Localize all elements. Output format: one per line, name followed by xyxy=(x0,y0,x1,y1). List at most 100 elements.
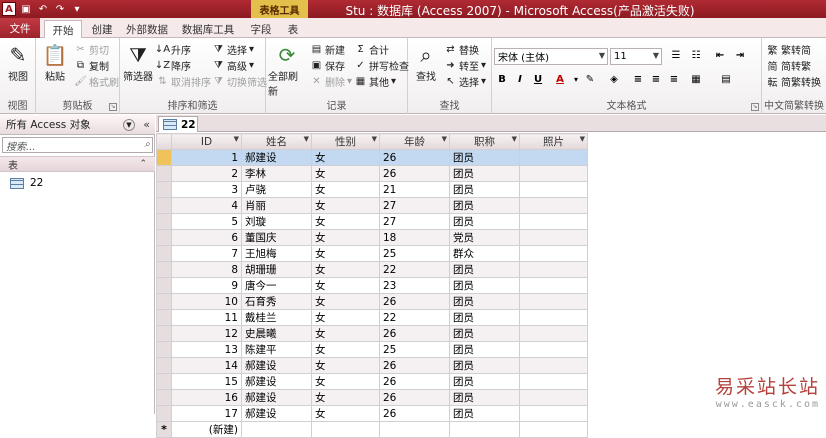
cell-gender[interactable]: 女 xyxy=(311,325,380,342)
cell-gender[interactable]: 女 xyxy=(311,181,380,198)
cell-age[interactable]: 22 xyxy=(379,309,450,326)
select-all-corner[interactable] xyxy=(156,133,172,150)
cell-name[interactable]: 郝建设 xyxy=(241,357,312,374)
cell-id[interactable]: 13 xyxy=(171,341,242,358)
record-selector[interactable] xyxy=(156,389,172,406)
cell-name[interactable]: 郝建设 xyxy=(241,373,312,390)
cell-age[interactable]: 22 xyxy=(379,261,450,278)
cell-name[interactable]: 李林 xyxy=(241,165,312,182)
cell-name[interactable]: 王旭梅 xyxy=(241,245,312,262)
delete-record-button[interactable]: ✕ 删除 ▾ xyxy=(310,74,352,89)
cell-id[interactable]: 3 xyxy=(171,181,242,198)
cell-id[interactable]: 6 xyxy=(171,229,242,246)
tab-file[interactable]: 文件 xyxy=(0,18,40,38)
cell-gender[interactable]: 女 xyxy=(311,277,380,294)
cell-age[interactable]: 26 xyxy=(379,293,450,310)
cell-id[interactable]: 2 xyxy=(171,165,242,182)
cell-title[interactable]: 团员 xyxy=(449,149,520,166)
cell-title[interactable]: 团员 xyxy=(449,213,520,230)
cell-gender[interactable]: 女 xyxy=(311,213,380,230)
table-row[interactable]: 4 肖丽女 27 团员 xyxy=(156,197,588,214)
cell-gender[interactable]: 女 xyxy=(311,245,380,262)
cell-photo[interactable] xyxy=(519,181,588,198)
tab-table[interactable]: 表 xyxy=(282,20,304,38)
italic-button[interactable]: I xyxy=(512,72,528,87)
new-record-marker[interactable]: * xyxy=(156,421,172,438)
cell-gender[interactable]: 女 xyxy=(311,389,380,406)
cell-age[interactable]: 26 xyxy=(379,165,450,182)
record-selector[interactable] xyxy=(156,197,172,214)
view-button[interactable]: ✎ 视图 xyxy=(3,42,33,83)
spelling-button[interactable]: ✓ 拼写检查 xyxy=(354,58,409,73)
cell-age[interactable]: 26 xyxy=(379,389,450,406)
cell-age[interactable]: 26 xyxy=(379,325,450,342)
table-row[interactable]: 11 戴桂兰女 22 团员 xyxy=(156,309,588,326)
cell-photo[interactable] xyxy=(519,149,588,166)
remove-sort-button[interactable]: ⇅ 取消排序 xyxy=(156,74,211,89)
cell-name[interactable]: 卢骁 xyxy=(241,181,312,198)
find-button[interactable]: ⌕ 查找 xyxy=(410,42,442,83)
copy-button[interactable]: ⧉ 复制 xyxy=(74,58,109,73)
cell-photo[interactable] xyxy=(519,341,588,358)
cell-photo[interactable] xyxy=(519,293,588,310)
cell-gender[interactable]: 女 xyxy=(311,165,380,182)
chevron-down-icon[interactable]: ▼ xyxy=(442,135,447,143)
cell-photo[interactable] xyxy=(519,357,588,374)
cell-gender[interactable]: 女 xyxy=(311,293,380,310)
cell-name[interactable]: 石育秀 xyxy=(241,293,312,310)
cell-photo[interactable] xyxy=(519,389,588,406)
table-row[interactable]: 12 史晨曦女 26 团员 xyxy=(156,325,588,342)
cell-gender[interactable]: 女 xyxy=(311,341,380,358)
filter-button[interactable]: ⧩ 筛选器 xyxy=(122,42,154,83)
more-button[interactable]: ▦ 其他 ▾ xyxy=(354,74,396,89)
cell-photo[interactable] xyxy=(519,309,588,326)
cell-name[interactable]: 郝建设 xyxy=(241,389,312,406)
replace-button[interactable]: ⇄ 替换 xyxy=(444,42,479,57)
cell-title[interactable]: 团员 xyxy=(449,277,520,294)
cell-gender[interactable]: 女 xyxy=(311,357,380,374)
cell-age[interactable]: 27 xyxy=(379,213,450,230)
numbering-button[interactable]: ☷ xyxy=(688,48,704,63)
customize-toolbar-icon[interactable]: ▾ xyxy=(70,2,84,16)
cell-gender[interactable]: 女 xyxy=(311,373,380,390)
cell-id[interactable]: 5 xyxy=(171,213,242,230)
tab-external-data[interactable]: 外部数据 xyxy=(122,20,172,38)
cell-title[interactable]: 团员 xyxy=(449,373,520,390)
record-selector[interactable] xyxy=(156,165,172,182)
cell-id[interactable]: 4 xyxy=(171,197,242,214)
simplified-to-traditional-button[interactable]: 简简转繁 xyxy=(766,58,812,73)
font-name-combo[interactable]: 宋体 (主体) ▼ xyxy=(494,48,608,65)
cell-photo[interactable] xyxy=(519,213,588,230)
tab-fields[interactable]: 字段 xyxy=(246,20,276,38)
cell-id[interactable]: 1 xyxy=(171,149,242,166)
table-row[interactable]: 6 董国庆女 18 党员 xyxy=(156,229,588,246)
totals-button[interactable]: Σ 合计 xyxy=(354,42,389,57)
chevron-down-icon[interactable]: ▼ xyxy=(580,135,585,143)
cell-id[interactable]: 16 xyxy=(171,389,242,406)
navigation-pane-header[interactable]: 所有 Access 对象 ▼ « xyxy=(0,115,155,135)
new-record-label[interactable]: (新建) xyxy=(171,421,242,438)
cell-name[interactable]: 肖丽 xyxy=(241,197,312,214)
cell-age[interactable]: 26 xyxy=(379,149,450,166)
cell-title[interactable]: 团员 xyxy=(449,389,520,406)
select-button[interactable]: ↖ 选择 ▾ xyxy=(444,74,486,89)
align-center-button[interactable]: ≡ xyxy=(648,72,664,87)
align-left-button[interactable]: ≡ xyxy=(630,72,646,87)
cell-title[interactable]: 团员 xyxy=(449,197,520,214)
record-selector[interactable] xyxy=(156,149,172,166)
cell-photo[interactable] xyxy=(519,277,588,294)
cell-name[interactable]: 刘璇 xyxy=(241,213,312,230)
font-color-button[interactable]: A xyxy=(552,72,568,87)
toggle-filter-button[interactable]: ⧩ 切换筛选 xyxy=(212,74,267,89)
new-record-cell[interactable] xyxy=(449,421,520,438)
cell-name[interactable]: 郝建设 xyxy=(241,149,312,166)
search-icon[interactable]: ⌕ xyxy=(144,139,150,150)
increase-indent-button[interactable]: ⇥ xyxy=(732,48,748,63)
cell-title[interactable]: 团员 xyxy=(449,357,520,374)
cell-gender[interactable]: 女 xyxy=(311,149,380,166)
access-logo-icon[interactable]: A xyxy=(2,2,16,16)
paste-button[interactable]: 📋 粘贴 xyxy=(40,42,70,83)
cell-id[interactable]: 10 xyxy=(171,293,242,310)
record-selector[interactable] xyxy=(156,261,172,278)
redo-icon[interactable]: ↷ xyxy=(53,2,67,16)
